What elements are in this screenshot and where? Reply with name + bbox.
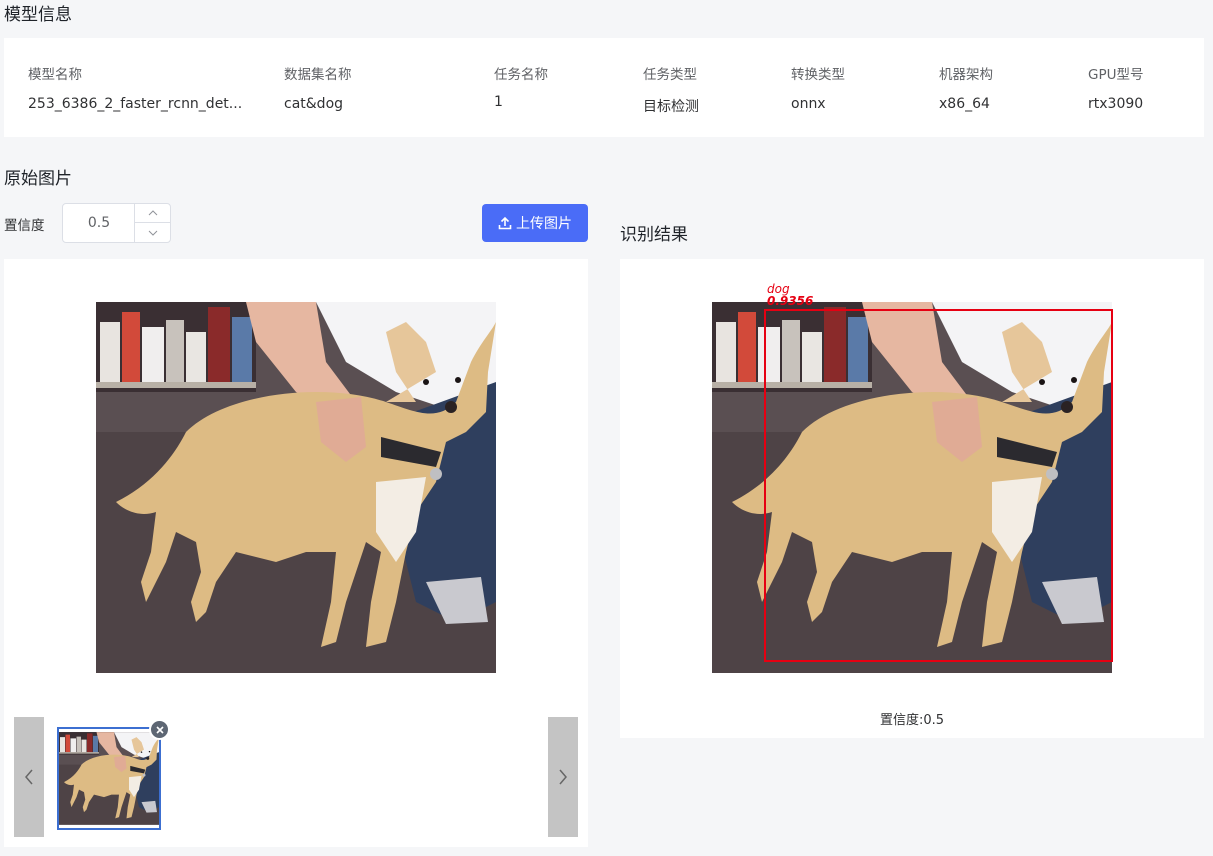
model-info-title: 模型信息 xyxy=(4,5,72,25)
original-image-title: 原始图片 xyxy=(4,169,72,189)
info-label: 任务名称 xyxy=(494,67,548,83)
info-value: 253_6386_2_faster_rcnn_det... xyxy=(28,96,243,112)
original-image-panel xyxy=(4,259,588,847)
info-label: GPU型号 xyxy=(1088,67,1144,83)
info-value: onnx xyxy=(791,96,826,112)
stepper-controls xyxy=(134,204,170,242)
chevron-down-icon xyxy=(148,230,157,236)
confidence-stepper[interactable]: 0.5 xyxy=(62,203,171,243)
carousel-next-button[interactable] xyxy=(548,717,578,837)
info-value: 1 xyxy=(494,94,503,110)
result-title: 识别结果 xyxy=(620,225,688,245)
remove-thumbnail-button[interactable] xyxy=(149,719,170,740)
carousel-prev-button[interactable] xyxy=(14,717,44,837)
decrement-button[interactable] xyxy=(135,223,170,242)
detection-box xyxy=(764,309,1113,662)
upload-icon xyxy=(498,216,512,230)
info-label: 任务类型 xyxy=(643,67,697,83)
info-label: 机器架构 xyxy=(939,67,993,83)
info-label: 转换类型 xyxy=(791,67,845,83)
image-thumbnail[interactable] xyxy=(57,727,161,830)
result-confidence-text: 置信度:0.5 xyxy=(879,713,945,728)
detection-score-label: 0.9356 xyxy=(767,294,814,308)
upload-button-label: 上传图片 xyxy=(516,216,572,232)
increment-button[interactable] xyxy=(135,204,170,223)
confidence-label: 置信度 xyxy=(4,218,45,234)
info-value: rtx3090 xyxy=(1088,96,1144,112)
upload-image-button[interactable]: 上传图片 xyxy=(482,204,588,242)
chevron-right-icon xyxy=(559,769,567,785)
model-info-card: 模型名称 253_6386_2_faster_rcnn_det... 数据集名称… xyxy=(4,38,1204,137)
info-label: 数据集名称 xyxy=(284,67,352,83)
result-panel: dog 0.9356 置信度:0.5 xyxy=(620,259,1204,738)
info-value: cat&dog xyxy=(284,96,344,112)
info-label: 模型名称 xyxy=(28,67,82,83)
close-icon xyxy=(155,725,164,734)
original-image xyxy=(96,302,496,673)
chevron-left-icon xyxy=(25,769,33,785)
info-value: x86_64 xyxy=(939,96,990,112)
thumbnail-image xyxy=(59,732,159,825)
info-value: 目标检测 xyxy=(643,99,699,115)
confidence-input[interactable]: 0.5 xyxy=(63,204,135,242)
chevron-up-icon xyxy=(148,210,157,216)
